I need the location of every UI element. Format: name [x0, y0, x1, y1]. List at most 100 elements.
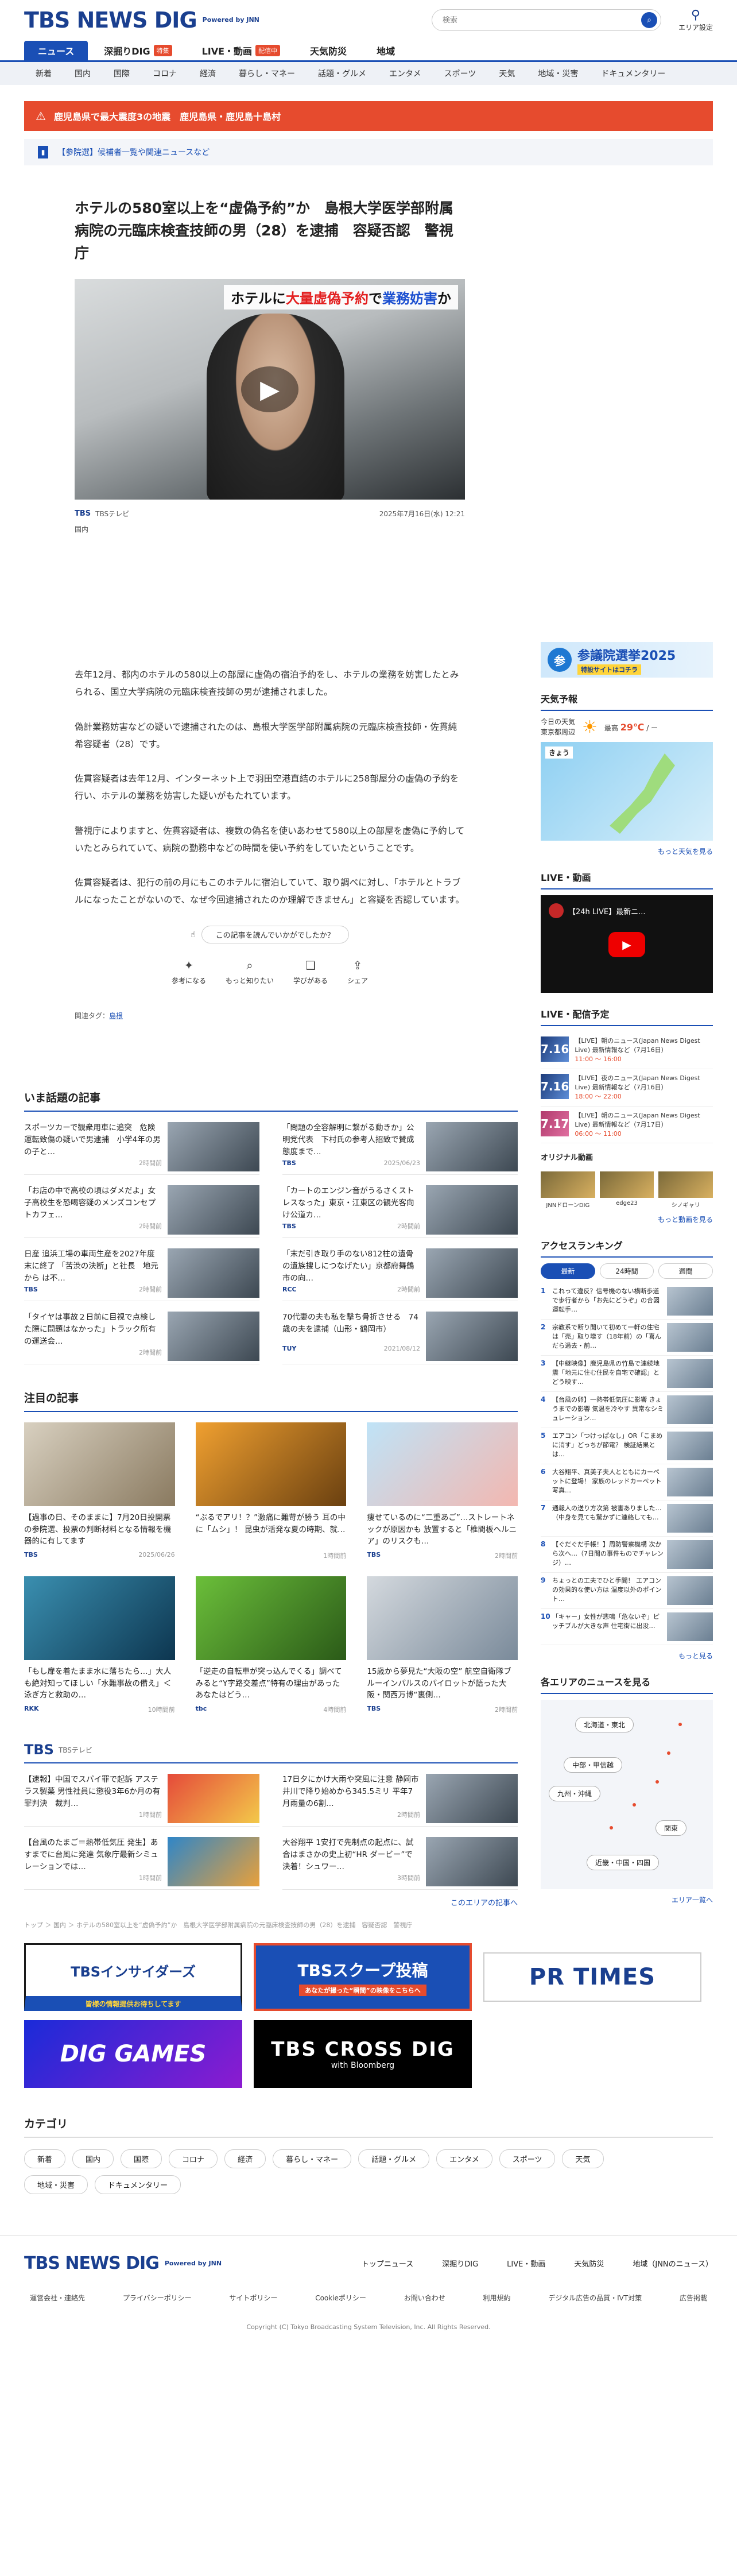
- weather-summary[interactable]: 今日の天気 東京都周辺 ☀ 最高 29℃ / ー: [541, 717, 713, 737]
- original-more-link[interactable]: もっと動画を見る: [541, 1214, 713, 1224]
- subnav-item[interactable]: 暮らし・マネー: [227, 68, 307, 79]
- play-icon[interactable]: ▶: [241, 366, 298, 413]
- area-articles-link[interactable]: このエリアの記事へ: [24, 1897, 518, 1908]
- subnav-item[interactable]: 国際: [102, 68, 141, 79]
- search-input[interactable]: [442, 16, 632, 25]
- tbs-news-card[interactable]: 【台風のたまご＝熱帯低気圧 発生】あすまでに台風に発達 気象庁最新シミュレーショ…: [24, 1827, 259, 1890]
- original-channel[interactable]: JNNドローンDIG: [541, 1171, 595, 1209]
- area-more-link[interactable]: エリア一覧へ: [541, 1895, 713, 1905]
- tbs-news-card[interactable]: 【速報】中国でスパイ罪で起訴 アステラス製薬 男性社員に懲役3年6か月の有罪判決…: [24, 1763, 259, 1827]
- featured-card[interactable]: 【過事の日、そのままに】7月20日投開票の参院選、投票の判断材料となる情報を機器…: [24, 1422, 175, 1560]
- prtimes-banner[interactable]: PR TIMES: [483, 1952, 701, 2002]
- schedule-item[interactable]: 7.16 【LIVE】朝のニュース(Japan News Digest Live…: [541, 1032, 713, 1069]
- ranking-item[interactable]: 1 これって違反？信号機のない横断歩道で歩行者から「お先にどうぞ」の合図 運転手…: [541, 1283, 713, 1320]
- election-banner[interactable]: 参 参議院選挙2025 特設サイトはコチラ: [541, 642, 713, 678]
- trending-card[interactable]: 日産 追浜工場の車両生産を2027年度末に終了 「苦渋の決断」と社長 地元から …: [24, 1238, 259, 1302]
- weather-more-link[interactable]: もっと天気を見る: [541, 846, 713, 856]
- youtube-play-icon[interactable]: ▶: [608, 932, 645, 957]
- footer-logo[interactable]: TBS NEWS DIG Powered by JNN: [24, 2253, 222, 2273]
- ranking-item[interactable]: 9 ちょっとの工夫でひと手間！ エアコンの効果的な使い方は 温度以外のポイント…: [541, 1573, 713, 1610]
- subnav-item[interactable]: エンタメ: [378, 68, 433, 79]
- ranking-item[interactable]: 8 【ぐだぐだ手帳！】周防警察機構 次から次へ…（7日間の事件ものでチャレンジ）…: [541, 1537, 713, 1573]
- ranking-item[interactable]: 10 「キャー」女性が悲鳴「危ないぞ」ピッチブルが大きな声 住宅街に出没…: [541, 1609, 713, 1646]
- footer-link[interactable]: 深掘りDIG: [442, 2258, 478, 2269]
- category-chip[interactable]: 国内: [72, 2149, 114, 2169]
- area-button-hokkaido-tohoku[interactable]: 北海道・東北: [575, 1717, 634, 1733]
- subnav-item[interactable]: 地域・災害: [526, 68, 589, 79]
- subnav-item[interactable]: スポーツ: [433, 68, 488, 79]
- ranking-more-link[interactable]: もっと見る: [541, 1651, 713, 1661]
- subnav-item[interactable]: 話題・グルメ: [307, 68, 378, 79]
- election-notice[interactable]: ▮ 【参院選】候補者一覧や関連ニュースなど: [24, 139, 713, 165]
- featured-card[interactable]: 痩せているのに“二重あご”…ストレートネックが原因かも 放置すると「椎間板ヘルニ…: [367, 1422, 518, 1560]
- nav-tab-dig[interactable]: 深掘りDIG 特集: [90, 41, 185, 60]
- trending-card[interactable]: スポーツカーで観衆用車に追突 危険運転致傷の疑いで男逮捕 小学4年の男の子と… 2…: [24, 1112, 259, 1175]
- footer-link[interactable]: デジタル広告の品質・IVT対策: [548, 2293, 642, 2303]
- footer-link[interactable]: 天気防災: [574, 2258, 604, 2269]
- category-chip[interactable]: エンタメ: [436, 2149, 492, 2169]
- tbs-news-card[interactable]: 大谷翔平 1安打で先制点の起点に、試合はまさかの史上初“HR ダービー”で決着！…: [282, 1827, 518, 1890]
- article-category[interactable]: 国内: [75, 524, 465, 534]
- featured-card[interactable]: 「逆走の自転車が突っ込んでくる」調べてみると“Y字路交差点”特有の理由があった …: [195, 1576, 347, 1714]
- trending-card[interactable]: 「末だ引き取り手のない812柱の遺骨の遺族捜しにつなげたい」京都府舞鶴市の向… R…: [282, 1238, 518, 1302]
- featured-card[interactable]: 15歳から夢見た“大阪の空” 航空自衛隊ブルーインパルスのパイロットが語った大阪…: [367, 1576, 518, 1714]
- subnav-item[interactable]: 国内: [63, 68, 102, 79]
- tag-link[interactable]: 島根: [109, 1012, 123, 1020]
- subnav-item[interactable]: 経済: [188, 68, 227, 79]
- footer-link[interactable]: 運営会社・連絡先: [30, 2293, 85, 2303]
- category-chip[interactable]: 暮らし・マネー: [273, 2149, 352, 2169]
- footer-link[interactable]: プライバシーポリシー: [123, 2293, 192, 2303]
- trending-card[interactable]: 「お店の中で高校の頃はダメだよ」女子高校生を恐喝容疑のメンズコンセプトカフェ… 2…: [24, 1175, 259, 1239]
- category-chip[interactable]: 国際: [121, 2149, 162, 2169]
- original-channel[interactable]: シノギャリ: [658, 1171, 713, 1209]
- nav-tab-weather[interactable]: 天気防災: [296, 41, 360, 60]
- ranking-item[interactable]: 3 【中継映像】鹿児島県の竹島で連続地震「地元に住む住民を自宅で確認」とどう映す…: [541, 1356, 713, 1393]
- nav-tab-live[interactable]: LIVE・動画 配信中: [188, 41, 294, 60]
- search-icon[interactable]: ⌕: [641, 12, 657, 28]
- footer-link[interactable]: 地域（JNNのニュース）: [633, 2258, 713, 2269]
- footer-link[interactable]: サイトポリシー: [229, 2293, 277, 2303]
- category-chip[interactable]: 話題・グルメ: [358, 2149, 430, 2169]
- subnav-item[interactable]: コロナ: [141, 68, 188, 79]
- earthquake-alert[interactable]: ⚠ 鹿児島県で最大震度3の地震 鹿児島県・鹿児島十島村: [24, 101, 713, 131]
- feedback-helpful-button[interactable]: ✦ 参考になる: [172, 958, 206, 985]
- original-channel[interactable]: edge23: [599, 1171, 654, 1209]
- area-button-kinki[interactable]: 近畿・中国・四国: [587, 1855, 660, 1871]
- featured-card[interactable]: 「もし扉を着たまま水に落ちたら…」大人も絶対知ってほしい「水難事故の備え」＜泳ぎ…: [24, 1576, 175, 1714]
- category-chip[interactable]: スポーツ: [499, 2149, 556, 2169]
- live-video-player[interactable]: 【24h LIVE】最新ニ... ▶: [541, 895, 713, 993]
- site-logo[interactable]: TBS NEWS DIG Powered by JNN: [24, 7, 259, 33]
- category-chip[interactable]: 天気: [562, 2149, 604, 2169]
- ranking-item[interactable]: 5 エアコン「つけっぱなし」OR「こまめに消す」どっちが節電？ 検証結果とは…: [541, 1428, 713, 1465]
- footer-link[interactable]: 広告掲載: [680, 2293, 707, 2303]
- area-setting-button[interactable]: ⚲ エリア設定: [678, 8, 713, 32]
- ranking-item[interactable]: 7 通報人の送り方次第 被害ありました…（中身を見ても驚かずに連絡しても…: [541, 1500, 713, 1537]
- area-button-kanto[interactable]: 関東: [655, 1820, 687, 1836]
- ranking-item[interactable]: 4 【台風の卵】一熱帯低気圧に影響 きょうまでの影響 気温を冷やす 異常なシミュレ…: [541, 1392, 713, 1429]
- footer-link[interactable]: LIVE・動画: [507, 2258, 545, 2269]
- weather-map[interactable]: きょう: [541, 742, 713, 841]
- breadcrumb[interactable]: トップ ＞ 国内 ＞ ホテルの580室以上を“虚偽予約”か 島根大学医学部附属病…: [24, 1920, 737, 1929]
- schedule-item[interactable]: 7.17 【LIVE】朝のニュース(Japan News Digest Live…: [541, 1107, 713, 1144]
- trending-card[interactable]: 「問題の全容解明に繋がる動きか」公明党代表 下村氏の参考人招致で賛成態度まで… T…: [282, 1112, 518, 1175]
- scoop-banner[interactable]: TBSスクープ投稿 あなたが撮った“瞬間”の映像をこちらへ: [254, 1943, 472, 2012]
- nav-tab-news[interactable]: ニュース: [24, 41, 88, 60]
- category-chip[interactable]: 経済: [224, 2149, 266, 2169]
- ranking-tab-24h[interactable]: 24時間: [599, 1263, 654, 1279]
- cross-dig-banner[interactable]: TBS CROSS DIG with Bloomberg: [254, 2020, 472, 2088]
- trending-card[interactable]: 70代妻の夫も私を撃ち骨折させる 74歳の夫を逮捕（山形・鶴岡市） TUY 2021…: [282, 1301, 518, 1365]
- dig-games-banner[interactable]: DIG GAMES: [24, 2020, 242, 2088]
- area-button-kyushu[interactable]: 九州・沖縄: [549, 1786, 601, 1802]
- category-chip[interactable]: 新着: [24, 2149, 66, 2169]
- subnav-item[interactable]: ドキュメンタリー: [589, 68, 677, 79]
- ranking-item[interactable]: 6 大谷翔平、真美子夫人とともにカーペットに登場！ 家族のレッドカーペット写真…: [541, 1464, 713, 1501]
- trending-card[interactable]: 「カートのエンジン音がうるさくストレスなった」東京・江東区の観光客向け公道カ… T…: [282, 1175, 518, 1239]
- schedule-item[interactable]: 7.16 【LIVE】夜のニュース(Japan News Digest Live…: [541, 1069, 713, 1107]
- category-chip[interactable]: ドキュメンタリー: [95, 2175, 181, 2195]
- feedback-more-button[interactable]: ⌕ もっと知りたい: [226, 958, 274, 985]
- insiders-banner[interactable]: TBSインサイダーズ 皆様の情報提供お待ちしてます: [24, 1943, 242, 2012]
- area-button-chubu[interactable]: 中部・甲信越: [564, 1757, 623, 1773]
- category-chip[interactable]: コロナ: [169, 2149, 218, 2169]
- featured-card[interactable]: “ぶるでアリ！？”激痛に難苛が勝う 耳の中に「ムシ」！ 昆虫が活発な夏の時期、就…: [195, 1422, 347, 1560]
- article-video[interactable]: ホテルに大量虚偽予約で業務妨害か ▶: [75, 279, 465, 500]
